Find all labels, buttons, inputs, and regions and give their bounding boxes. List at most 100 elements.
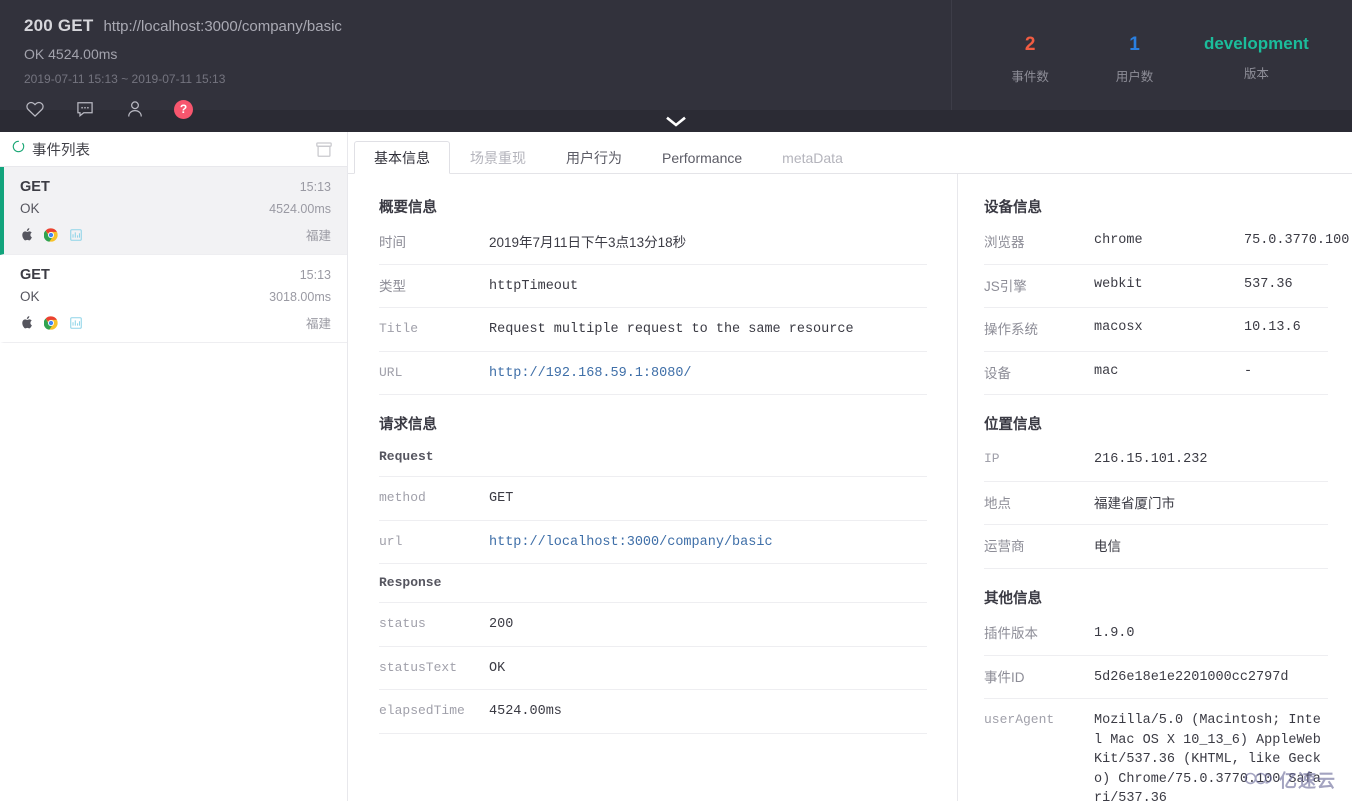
header-subtitle: OK 4524.00ms — [24, 46, 118, 62]
summary-row-url: URL http://192.168.59.1:8080/ — [379, 352, 927, 396]
response-row-status: status 200 — [379, 603, 927, 647]
stat-users-value: 1 — [1129, 34, 1140, 55]
device-detail-jsengine: 537.36 — [1244, 276, 1293, 292]
body: 事件列表 GET 15:13 OK 4524.00ms 福建 GET 15:13… — [0, 132, 1352, 801]
event-list-title: 事件列表 — [32, 142, 90, 159]
summary-value-title: Request multiple request to the same res… — [489, 322, 854, 338]
stat-users-label: 用户数 — [1115, 69, 1154, 84]
tab-metadata[interactable]: metaData — [762, 141, 863, 174]
event-list-sidebar: 事件列表 GET 15:13 OK 4524.00ms 福建 GET 15:13… — [0, 132, 348, 801]
response-row-elapsedtime: elapsedTime 4524.00ms — [379, 690, 927, 734]
summary-value-url[interactable]: http://192.168.59.1:8080/ — [489, 364, 927, 384]
tab-bar: 基本信息 场景重现 用户行为 Performance metaData — [348, 132, 1352, 174]
location-section: 位置信息 IP 216.15.101.232 地点 福建省厦门市 运营商 电信 — [984, 413, 1328, 569]
request-key-method: method — [379, 490, 426, 506]
tab-session-replay[interactable]: 场景重现 — [450, 141, 546, 174]
other-key-useragent: userAgent — [984, 712, 1055, 728]
event-time: 15:13 — [299, 268, 331, 282]
stat-environment: development 版本 — [1204, 34, 1309, 82]
device-icon — [69, 228, 83, 242]
response-value-statustext: OK — [489, 660, 506, 676]
header-action-icons: ? — [24, 98, 928, 120]
event-method: GET — [20, 179, 50, 195]
tab-basic-info[interactable]: 基本信息 — [354, 141, 450, 174]
device-section-title: 设备信息 — [984, 200, 1042, 216]
status-code: 200 GET — [24, 16, 94, 35]
event-list: GET 15:13 OK 4524.00ms 福建 GET 15:13 OK 3… — [0, 167, 347, 801]
device-section: 设备信息 浏览器 chrome 75.0.3770.100 JS引擎 webki… — [984, 196, 1349, 396]
event-row-status: OK 3018.00ms — [20, 289, 331, 304]
request-section: 请求信息 Request method GET url http://local… — [379, 413, 927, 734]
event-elapsed: 3018.00ms — [269, 289, 331, 304]
summary-row-title: Title Request multiple request to the sa… — [379, 308, 927, 352]
location-key-ip: IP — [984, 451, 1000, 467]
tab-performance[interactable]: Performance — [642, 141, 762, 174]
loading-spinner-icon — [12, 140, 25, 158]
help-icon[interactable]: ? — [174, 99, 193, 119]
header-title-line: 200 GET http://localhost:3000/company/ba… — [24, 16, 928, 36]
event-region: 福建 — [305, 317, 331, 331]
location-key-place: 地点 — [984, 495, 1011, 511]
summary-key-title: Title — [379, 321, 419, 337]
response-value-elapsedtime: 4524.00ms — [489, 704, 562, 720]
list-item[interactable]: GET 15:13 OK 4524.00ms 福建 — [0, 167, 347, 255]
event-list-header-left: 事件列表 — [12, 139, 90, 160]
response-key-elapsedtime: elapsedTime — [379, 703, 465, 719]
right-detail-pane: 设备信息 浏览器 chrome 75.0.3770.100 JS引擎 webki… — [958, 174, 1352, 801]
header-stats: 2 事件数 1 用户数 development 版本 — [952, 0, 1352, 110]
tab-user-behavior[interactable]: 用户行为 — [546, 141, 642, 174]
stat-environment-label: 版本 — [1243, 67, 1269, 82]
event-row-method: GET 15:13 — [20, 179, 331, 195]
device-row-device: 设备 mac - — [984, 352, 1328, 396]
stat-events-value: 2 — [1024, 34, 1036, 55]
device-detail-device: - — [1244, 363, 1253, 379]
comment-icon[interactable] — [74, 98, 96, 120]
header-url: http://localhost:3000/company/basic — [103, 18, 342, 35]
heart-icon[interactable] — [24, 98, 46, 120]
other-value-useragent: Mozilla/5.0 (Macintosh; Intel Mac OS X 1… — [1094, 713, 1321, 801]
event-row-status: OK 4524.00ms — [20, 201, 331, 216]
event-row-meta: 福建 — [20, 225, 331, 244]
summary-section: 概要信息 时间 2019年7月11日下午3点13分18秒 类型 httpTime… — [379, 196, 927, 396]
chrome-icon — [44, 315, 58, 330]
request-row-method: method GET — [379, 477, 927, 521]
header-summary: 200 GET http://localhost:3000/company/ba… — [0, 0, 952, 119]
device-key-os: 操作系统 — [984, 322, 1038, 338]
detail-panes: 概要信息 时间 2019年7月11日下午3点13分18秒 类型 httpTime… — [348, 174, 1352, 801]
response-key-status: status — [379, 616, 426, 632]
other-row-event-id: 事件ID 5d26e18e1e2201000cc2797d — [984, 656, 1328, 700]
request-value-method: GET — [489, 491, 514, 507]
device-detail-browser: 75.0.3770.100 — [1244, 233, 1350, 248]
location-value-ip: 216.15.101.232 — [1094, 452, 1208, 468]
event-status: OK — [20, 201, 40, 216]
location-value-isp: 电信 — [1094, 539, 1121, 555]
user-icon[interactable] — [124, 98, 146, 120]
event-list-header: 事件列表 — [0, 132, 347, 166]
other-section: 其他信息 插件版本 1.9.0 事件ID 5d26e18e1e2201000cc… — [984, 587, 1328, 801]
event-platform-icons — [20, 315, 83, 330]
list-item[interactable]: GET 15:13 OK 3018.00ms 福建 — [0, 255, 347, 343]
request-value-url[interactable]: http://localhost:3000/company/basic — [489, 533, 927, 553]
device-row-jsengine: JS引擎 webkit 537.36 — [984, 265, 1328, 309]
header-daterange: 2019-07-11 15:13 ~ 2019-07-11 15:13 — [24, 72, 226, 86]
archive-icon[interactable] — [315, 141, 333, 158]
other-value-plugin-version: 1.9.0 — [1094, 625, 1135, 641]
device-key-browser: 浏览器 — [984, 235, 1025, 250]
device-detail-os: 10.13.6 — [1244, 320, 1301, 336]
device-key-jsengine: JS引擎 — [984, 278, 1027, 294]
other-section-title: 其他信息 — [984, 590, 1042, 607]
other-row-useragent: userAgent Mozilla/5.0 (Macintosh; Intel … — [984, 699, 1328, 801]
response-subheader: Response — [379, 564, 927, 604]
summary-key-time: 时间 — [379, 235, 406, 250]
location-row-place: 地点 福建省厦门市 — [984, 482, 1328, 526]
request-key-url: url — [379, 533, 403, 549]
event-row-method: GET 15:13 — [20, 267, 331, 283]
summary-key-type: 类型 — [379, 278, 406, 294]
device-value-os: macosx — [1094, 320, 1143, 336]
device-icon — [69, 316, 83, 330]
device-value-jsengine: webkit — [1094, 276, 1143, 292]
app-root: 200 GET http://localhost:3000/company/ba… — [0, 0, 1352, 801]
summary-value-time: 2019年7月11日下午3点13分18秒 — [489, 235, 687, 250]
request-section-title: 请求信息 — [379, 417, 437, 434]
event-row-meta: 福建 — [20, 313, 331, 332]
